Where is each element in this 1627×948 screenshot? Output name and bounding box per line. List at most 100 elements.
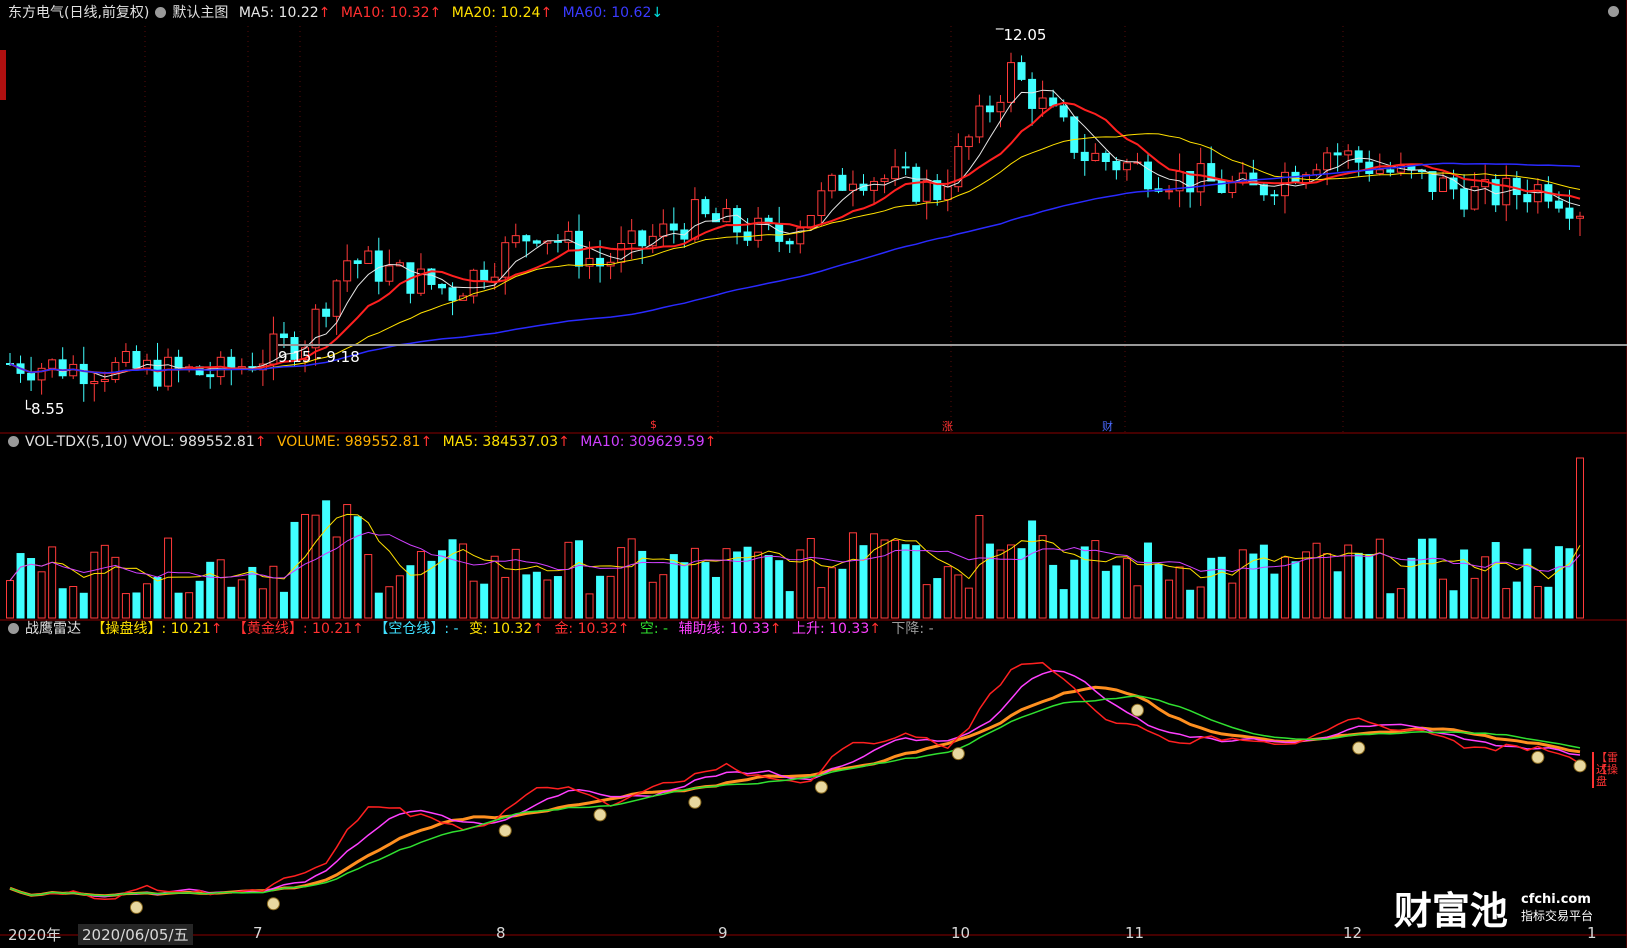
volume-bar (1449, 590, 1458, 619)
candle-body (48, 359, 57, 369)
volume-bar (301, 513, 310, 619)
vol-title[interactable]: VOL-TDX(5,10) VVOL: 989552.81↑ (25, 434, 266, 450)
indicator-xiajiang: 下降: - (891, 621, 934, 637)
candle-body (1070, 116, 1079, 153)
candle-body (1091, 152, 1100, 162)
candle-body (1354, 150, 1363, 163)
candle-body (132, 351, 141, 369)
marker-dollar[interactable]: $ (650, 418, 657, 431)
volume-bar (1302, 551, 1311, 619)
candle-body (638, 230, 647, 247)
volume-bar (848, 532, 857, 619)
volume-bar (248, 566, 257, 619)
volume-bar (79, 592, 88, 619)
x-axis-month-7: 7 (253, 924, 263, 942)
settings-dot-icon[interactable] (1608, 6, 1619, 17)
volume-bar (448, 539, 457, 619)
volume-bar (838, 568, 847, 619)
volume-bar (1165, 579, 1174, 619)
template-toggle-icon[interactable] (155, 7, 167, 18)
volume-bar (469, 580, 478, 619)
candle-body (796, 227, 805, 245)
candle-body (785, 240, 794, 245)
volume-bar (322, 500, 331, 619)
volume-bar (553, 576, 562, 619)
main-pane-header: 东方电气(日线,前复权) 默认主图 MA5: 10.22↑ MA10: 10.32… (8, 2, 669, 24)
template-name[interactable]: 默认主图 (172, 5, 228, 21)
candle-body (922, 180, 931, 202)
volume-bar (258, 588, 267, 619)
volume-bar (574, 540, 583, 619)
volume-bar (596, 575, 605, 619)
candle-body (1059, 105, 1068, 118)
marker-cai[interactable]: 财 (1102, 418, 1113, 434)
line2-label: 【黄金线】 (232, 621, 303, 637)
volume-bar (16, 553, 25, 619)
money-bag-icon (688, 795, 702, 809)
x-axis-month-10: 10 (951, 924, 971, 942)
volume-toggle-icon[interactable] (8, 436, 19, 447)
kline-chart-canvas[interactable] (0, 0, 1627, 948)
stock-title[interactable]: 东方电气(日线,前复权) (8, 5, 149, 21)
candle-body (511, 235, 520, 244)
volume-bar (922, 584, 931, 619)
candle-body (322, 308, 331, 317)
ma5-label: MA5: 10.22↑ (239, 5, 331, 21)
x-axis-month-12: 12 (1343, 924, 1363, 942)
indicator-fuzhu: 辅助线: 10.33↑ (679, 621, 782, 637)
indicator-toggle-icon[interactable] (8, 623, 19, 634)
volume-bar (522, 574, 531, 619)
volume-bar (606, 575, 615, 619)
volume-bar (237, 579, 246, 619)
candle-body (27, 372, 36, 381)
candle-body (206, 374, 215, 378)
candle-body (1007, 62, 1016, 103)
candle-body (1112, 161, 1121, 171)
volume-bar (870, 533, 879, 619)
volume-bar (343, 504, 352, 619)
line1-label: 【操盘线】 (91, 621, 162, 637)
volume-bar (1049, 564, 1058, 619)
shangsheng-arrow: ↑ (869, 621, 881, 637)
volume-bar (1417, 538, 1426, 619)
candle-body (1080, 151, 1089, 162)
volume-bar (1007, 544, 1016, 619)
candle-body (838, 174, 847, 191)
volume-bar (1312, 542, 1321, 619)
line1-arrow: ↑ (210, 621, 223, 637)
money-bag-icon (814, 780, 828, 794)
ma10-arrow: ↑ (429, 5, 442, 21)
candle-body (943, 186, 952, 201)
ma10-value: MA10: 10.32 (340, 5, 430, 21)
indicator-line3: 【空仓线】: - (374, 621, 458, 637)
candle-body (912, 166, 921, 202)
volume-bar (353, 516, 362, 619)
candle-body (827, 174, 836, 192)
candle-body (279, 333, 288, 339)
indicator-name[interactable]: 战鹰雷达 (25, 621, 81, 637)
volume-bar (1091, 540, 1100, 619)
candle-body (964, 136, 973, 148)
candle-body (1512, 177, 1521, 196)
candle-body (1386, 169, 1395, 173)
volume-bar (775, 560, 784, 619)
candle-body (985, 105, 994, 113)
money-bag-icon (951, 747, 965, 761)
marker-zhang[interactable]: 涨 (942, 418, 953, 434)
vol-volume-arrow: ↑ (420, 434, 433, 450)
fuzhu-value: 辅助线: 10.33 (678, 621, 770, 637)
volume-bar (1133, 585, 1142, 619)
volume-bar (48, 546, 57, 619)
line3-value: : - (444, 621, 459, 637)
candle-body (1259, 184, 1268, 196)
candle-body (501, 242, 510, 278)
candle-body (1554, 200, 1563, 209)
candle-body (1143, 161, 1152, 190)
volume-bar (964, 587, 973, 619)
candle-body (975, 105, 984, 138)
x-axis-cursor-date[interactable]: 2020/06/05/五 (78, 924, 193, 945)
candle-body (164, 356, 173, 387)
volume-bar (785, 591, 794, 619)
volume-bar (374, 592, 383, 619)
volume-bar (1070, 559, 1079, 619)
